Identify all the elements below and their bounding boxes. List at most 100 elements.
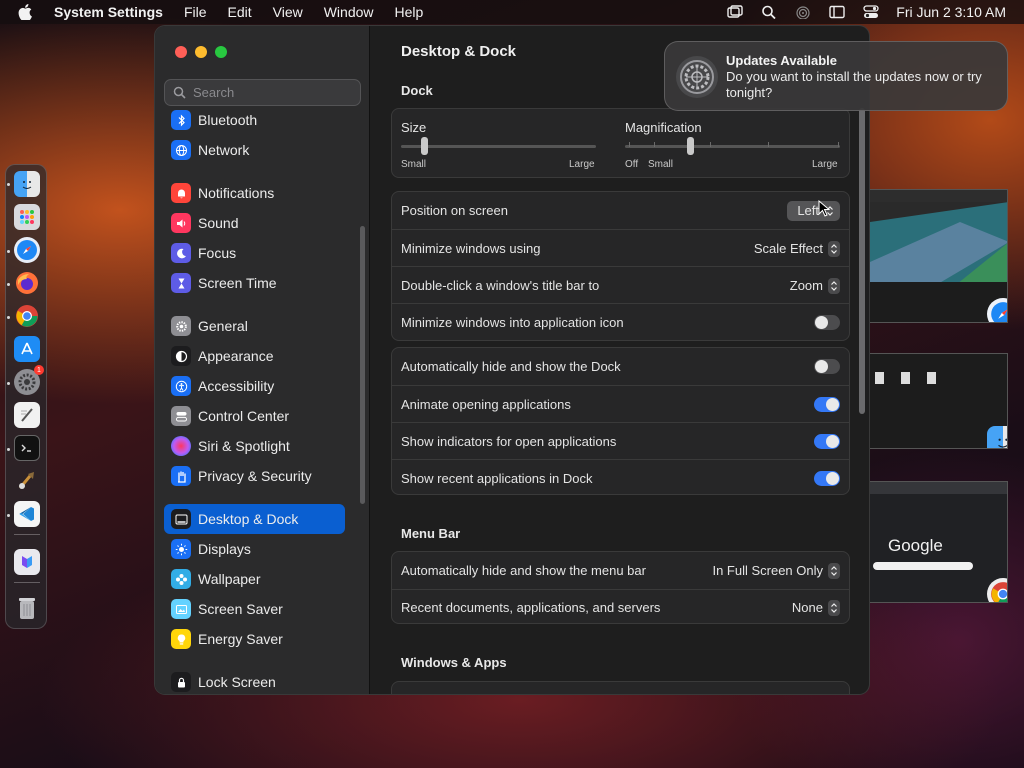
magnification-slider-knob[interactable] (686, 137, 694, 155)
sidebar-item-bluetooth[interactable]: Bluetooth (164, 109, 345, 135)
updates-notification[interactable]: Updates Available Do you want to install… (664, 41, 1008, 111)
control-center-icon[interactable] (862, 4, 880, 20)
recent-apps-toggle[interactable] (814, 471, 840, 486)
dock-chrome-icon[interactable] (14, 303, 40, 329)
sidebar-scrollbar[interactable] (360, 226, 365, 504)
indicators-label: Show indicators for open applications (401, 433, 617, 449)
running-indicator (7, 382, 10, 385)
animate-toggle[interactable] (814, 397, 840, 412)
double-click-value: Zoom (789, 278, 823, 293)
search-input[interactable] (193, 85, 353, 100)
sun-icon (171, 539, 191, 559)
sidebar-item-wallpaper[interactable]: Wallpaper (164, 564, 345, 594)
close-button[interactable] (175, 46, 187, 58)
magnification-slider-track[interactable] (625, 145, 840, 148)
position-popup-button[interactable]: Left (787, 200, 840, 221)
sidebar-item-desktop-dock[interactable]: Desktop & Dock (164, 504, 345, 534)
sidebar-item-label: Appearance (198, 348, 274, 364)
chevron-updown-icon (828, 562, 840, 579)
row-auto-hide-dock: Automatically hide and show the Dock (392, 348, 849, 385)
thumbnail-window-browser[interactable] (869, 189, 1008, 323)
spotlight-search-icon[interactable] (760, 4, 778, 20)
menu-bar: System Settings File Edit View Window He… (0, 0, 1024, 24)
display-icon[interactable] (828, 4, 846, 20)
position-label: Position on screen (401, 203, 508, 218)
sidebar-item-screen-time[interactable]: Screen Time (164, 268, 345, 298)
auto-hide-menubar-value: In Full Screen Only (712, 563, 823, 578)
sidebar-item-screen-saver[interactable]: Screen Saver (164, 594, 345, 624)
sidebar-item-energy-saver[interactable]: Energy Saver (164, 624, 345, 654)
indicators-toggle[interactable] (814, 434, 840, 449)
apple-menu-icon[interactable] (18, 4, 40, 20)
dock-finder-icon[interactable] (14, 171, 40, 197)
thumbnail-window-chrome[interactable]: Google (869, 481, 1008, 603)
dock-xcode-project-icon[interactable] (14, 549, 40, 575)
dock-options-group: Automatically hide and show the Dock Ani… (391, 347, 850, 495)
running-indicator (7, 448, 10, 451)
menu-clock[interactable]: Fri Jun 2 3:10 AM (896, 4, 1006, 20)
sidebar-item-label: General (198, 318, 248, 334)
dock-launchpad-icon[interactable] (14, 204, 40, 230)
menu-view[interactable]: View (273, 4, 303, 20)
auto-hide-menubar-popup[interactable]: In Full Screen Only (712, 552, 840, 589)
auto-hide-menubar-label: Automatically hide and show the menu bar (401, 563, 646, 578)
zoom-button[interactable] (215, 46, 227, 58)
menu-window[interactable]: Window (324, 4, 374, 20)
minimize-effect-popup[interactable]: Scale Effect (754, 230, 840, 267)
position-value: Left (797, 203, 819, 218)
safari-app-icon (987, 298, 1007, 322)
dock-safari-icon[interactable] (14, 237, 40, 263)
dock-trash-icon[interactable] (14, 595, 40, 621)
sidebar-item-label: Energy Saver (198, 631, 283, 647)
dock-textedit-icon[interactable] (14, 402, 40, 428)
dock-terminal-icon[interactable] (14, 435, 40, 461)
recent-docs-popup[interactable]: None (792, 590, 840, 625)
minimize-button[interactable] (195, 46, 207, 58)
sidebar-item-lock-screen[interactable]: Lock Screen (164, 667, 345, 694)
sidebar-item-sound[interactable]: Sound (164, 208, 345, 238)
double-click-popup[interactable]: Zoom (790, 267, 840, 304)
dock-firefox-icon[interactable] (14, 270, 40, 296)
thumbnail-file-icons (875, 372, 936, 384)
sidebar-item-appearance[interactable]: Appearance (164, 341, 345, 371)
size-slider-knob[interactable] (421, 137, 429, 155)
auto-hide-dock-toggle[interactable] (814, 359, 840, 374)
recent-docs-value: None (791, 600, 823, 615)
lightbulb-icon (171, 629, 191, 649)
running-indicator (7, 283, 10, 286)
menu-help[interactable]: Help (395, 4, 424, 20)
sidebar-item-general[interactable]: General (164, 311, 345, 341)
sidebar-item-label: Privacy & Security (198, 468, 312, 484)
menu-edit[interactable]: Edit (228, 4, 252, 20)
menu-app-name[interactable]: System Settings (54, 4, 163, 20)
size-slider-track[interactable] (401, 145, 596, 148)
slider-tick (710, 142, 711, 147)
sidebar-item-label: Wallpaper (198, 571, 261, 587)
hand-icon (171, 466, 191, 486)
sidebar-item-notifications[interactable]: Notifications (164, 178, 345, 208)
sidebar-item-focus[interactable]: Focus (164, 238, 345, 268)
slider-tick (768, 142, 769, 147)
dock-vscode-icon[interactable] (14, 501, 40, 527)
sidebar-item-privacy-security[interactable]: Privacy & Security (164, 461, 345, 491)
search-field[interactable] (164, 79, 361, 106)
sidebar: Bluetooth Network Notifications Sound Fo… (155, 26, 370, 694)
sidebar-item-control-center[interactable]: Control Center (164, 401, 345, 431)
screen-mirroring-icon[interactable] (726, 4, 744, 20)
dock-system-settings-icon[interactable]: 1 (14, 365, 44, 395)
menu-file[interactable]: File (184, 4, 207, 20)
dock-app-store-icon[interactable] (14, 336, 40, 362)
chevron-updown-icon (828, 240, 840, 257)
content-scrollbar[interactable] (859, 108, 865, 414)
sidebar-item-network[interactable]: Network (164, 135, 345, 165)
minimize-into-icon-toggle[interactable] (814, 315, 840, 330)
sidebar-item-displays[interactable]: Displays (164, 534, 345, 564)
thumbnail-titlebar (870, 482, 1007, 494)
dock-instruments-icon[interactable] (14, 468, 40, 494)
airdrop-icon[interactable] (794, 4, 812, 20)
minimize-into-icon-label: Minimize windows into application icon (401, 314, 624, 330)
sidebar-item-siri-spotlight[interactable]: Siri & Spotlight (164, 431, 345, 461)
thumbnail-window-finder[interactable] (869, 353, 1008, 449)
position-popup[interactable]: Left (787, 192, 840, 229)
sidebar-item-accessibility[interactable]: Accessibility (164, 371, 345, 401)
